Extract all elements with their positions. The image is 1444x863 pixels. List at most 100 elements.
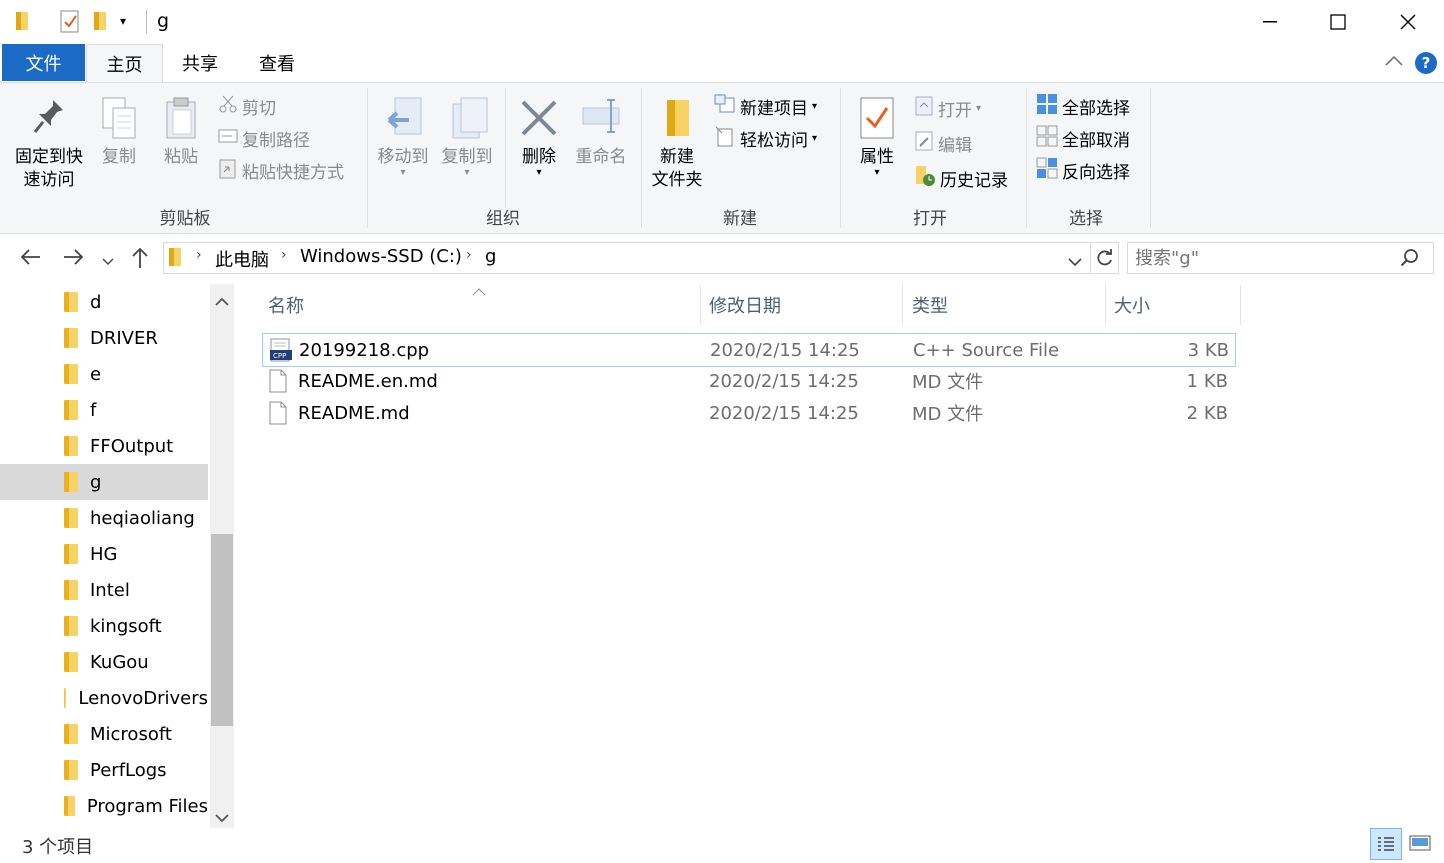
nav-item-label: FFOutput: [90, 435, 174, 457]
open-button[interactable]: 打开 ▾: [914, 94, 981, 122]
easy-access-dropdown-icon: ▾: [812, 132, 818, 144]
nav-item[interactable]: FFOutput: [0, 428, 208, 464]
new-item-dropdown-icon: ▾: [812, 100, 818, 112]
search-icon[interactable]: [1400, 248, 1420, 273]
collapse-ribbon-icon[interactable]: [1384, 52, 1404, 73]
group-clipboard-label: 剪贴板: [159, 209, 211, 229]
nav-item[interactable]: LenovoDrivers: [0, 680, 208, 716]
paste-button[interactable]: 粘贴: [156, 96, 206, 169]
delete-button[interactable]: 删除 ▾: [512, 96, 566, 178]
nav-item[interactable]: d: [0, 284, 208, 320]
nav-item[interactable]: kingsoft: [0, 608, 208, 644]
breadcrumb-chevron-icon[interactable]: ›: [196, 247, 202, 263]
tab-view[interactable]: 查看: [241, 44, 313, 81]
address-history-chevron-icon[interactable]: [1068, 251, 1082, 272]
easy-access-button[interactable]: 轻松访问 ▾: [714, 124, 817, 152]
tab-share[interactable]: 共享: [165, 44, 235, 81]
folder-icon[interactable]: [14, 10, 32, 37]
nav-scrollbar-thumb[interactable]: [211, 534, 233, 726]
file-row[interactable]: CPP 20199218.cpp 2020/2/15 14:25 C++ Source…: [262, 333, 1236, 367]
large-icons-view-button[interactable]: [1404, 828, 1436, 858]
column-header-modified[interactable]: 修改日期: [709, 285, 899, 325]
copy-path-button[interactable]: 复制路径: [218, 124, 310, 152]
nav-item[interactable]: Microsoft: [0, 716, 208, 752]
nav-item-label: HG: [90, 543, 118, 565]
column-header-type[interactable]: 类型: [912, 285, 1102, 325]
details-view-icon: [1378, 837, 1394, 851]
nav-item[interactable]: f: [0, 392, 208, 428]
breadcrumb-folder[interactable]: g: [485, 246, 496, 267]
nav-item[interactable]: heqiaoliang: [0, 500, 208, 536]
refresh-button[interactable]: [1090, 243, 1118, 273]
customize-quick-access-icon[interactable]: ▾: [120, 14, 126, 28]
breadcrumb-chevron-icon[interactable]: ›: [466, 247, 472, 263]
history-label: 历史记录: [940, 170, 1008, 191]
properties-label: 属性: [860, 147, 894, 167]
breadcrumb-this-pc[interactable]: 此电脑: [215, 246, 269, 272]
tab-file[interactable]: 文件: [2, 44, 85, 81]
new-item-icon: [714, 94, 736, 119]
nav-item-label: KuGou: [90, 651, 149, 673]
new-folder-label-line2: 文件夹: [651, 170, 703, 190]
up-button[interactable]: [130, 246, 150, 275]
details-view-button[interactable]: [1370, 828, 1402, 860]
properties-button[interactable]: 属性 ▾: [850, 96, 904, 178]
new-item-button[interactable]: 新建项目 ▾: [714, 92, 817, 120]
column-divider[interactable]: [902, 285, 903, 325]
select-all-button[interactable]: 全部选择: [1036, 92, 1130, 120]
edit-button[interactable]: 编辑: [914, 129, 972, 157]
properties-quick-icon[interactable]: [60, 10, 80, 39]
tab-home[interactable]: 主页: [86, 44, 163, 83]
search-input[interactable]: [1133, 245, 1387, 271]
nav-item[interactable]: Program Files: [0, 788, 208, 824]
pin-quick-access-button[interactable]: 固定到快 速访问: [10, 96, 88, 192]
select-none-button[interactable]: 全部取消: [1036, 124, 1130, 152]
easy-access-icon: [714, 125, 736, 152]
nav-item[interactable]: Intel: [0, 572, 208, 608]
nav-item[interactable]: PerfLogs: [0, 752, 208, 788]
copy-button[interactable]: 复制: [94, 96, 144, 169]
invert-selection-label: 反向选择: [1062, 162, 1130, 183]
copy-to-button[interactable]: 复制到 ▾: [436, 96, 498, 178]
paste-shortcut-button[interactable]: 粘贴快捷方式: [218, 156, 344, 184]
scroll-down-arrow-icon[interactable]: [214, 808, 230, 829]
column-divider[interactable]: [1105, 285, 1106, 325]
nav-item[interactable]: g: [0, 464, 208, 500]
minimize-button[interactable]: [1234, 0, 1306, 44]
column-header-size[interactable]: 大小: [1114, 285, 1234, 325]
history-button[interactable]: 历史记录: [914, 164, 1008, 192]
scroll-up-arrow-icon[interactable]: [214, 292, 230, 313]
file-row[interactable]: README.md 2020/2/15 14:25 MD 文件 2 KB: [262, 397, 1234, 429]
new-folder-quick-icon[interactable]: [92, 10, 110, 37]
rename-button[interactable]: 重命名: [570, 96, 632, 169]
column-divider[interactable]: [700, 285, 701, 325]
column-divider[interactable]: [1240, 285, 1241, 325]
nav-item[interactable]: HG: [0, 536, 208, 572]
nav-item[interactable]: KuGou: [0, 644, 208, 680]
group-organize-label: 组织: [486, 209, 520, 229]
breadcrumb-chevron-icon[interactable]: ›: [281, 247, 287, 263]
delete-dropdown-icon: ▾: [536, 167, 542, 178]
move-to-button[interactable]: 移动到 ▾: [372, 96, 434, 178]
recent-locations-button[interactable]: [102, 251, 114, 272]
maximize-button[interactable]: [1302, 0, 1374, 44]
help-icon[interactable]: ?: [1415, 52, 1437, 74]
file-modified: 2020/2/15 14:25: [710, 339, 860, 361]
nav-item[interactable]: DRIVER: [0, 320, 208, 356]
breadcrumb-drive[interactable]: Windows-SSD (C:): [300, 246, 462, 267]
cut-button[interactable]: 剪切: [218, 92, 276, 120]
column-header-name[interactable]: 名称: [268, 285, 698, 325]
folder-icon: [64, 616, 78, 636]
invert-selection-button[interactable]: 反向选择: [1036, 156, 1130, 184]
close-button[interactable]: [1372, 0, 1444, 44]
file-row[interactable]: README.en.md 2020/2/15 14:25 MD 文件 1 KB: [262, 365, 1234, 397]
copy-icon: [94, 96, 144, 146]
folder-icon: [64, 688, 67, 708]
cpp-file-icon: CPP: [269, 338, 293, 367]
open-dropdown-icon: ▾: [976, 102, 982, 114]
back-button[interactable]: [18, 246, 42, 273]
forward-button[interactable]: [62, 246, 86, 273]
new-folder-button[interactable]: 新建 文件夹: [646, 96, 708, 192]
nav-item[interactable]: e: [0, 356, 208, 392]
folder-icon: [64, 364, 78, 384]
